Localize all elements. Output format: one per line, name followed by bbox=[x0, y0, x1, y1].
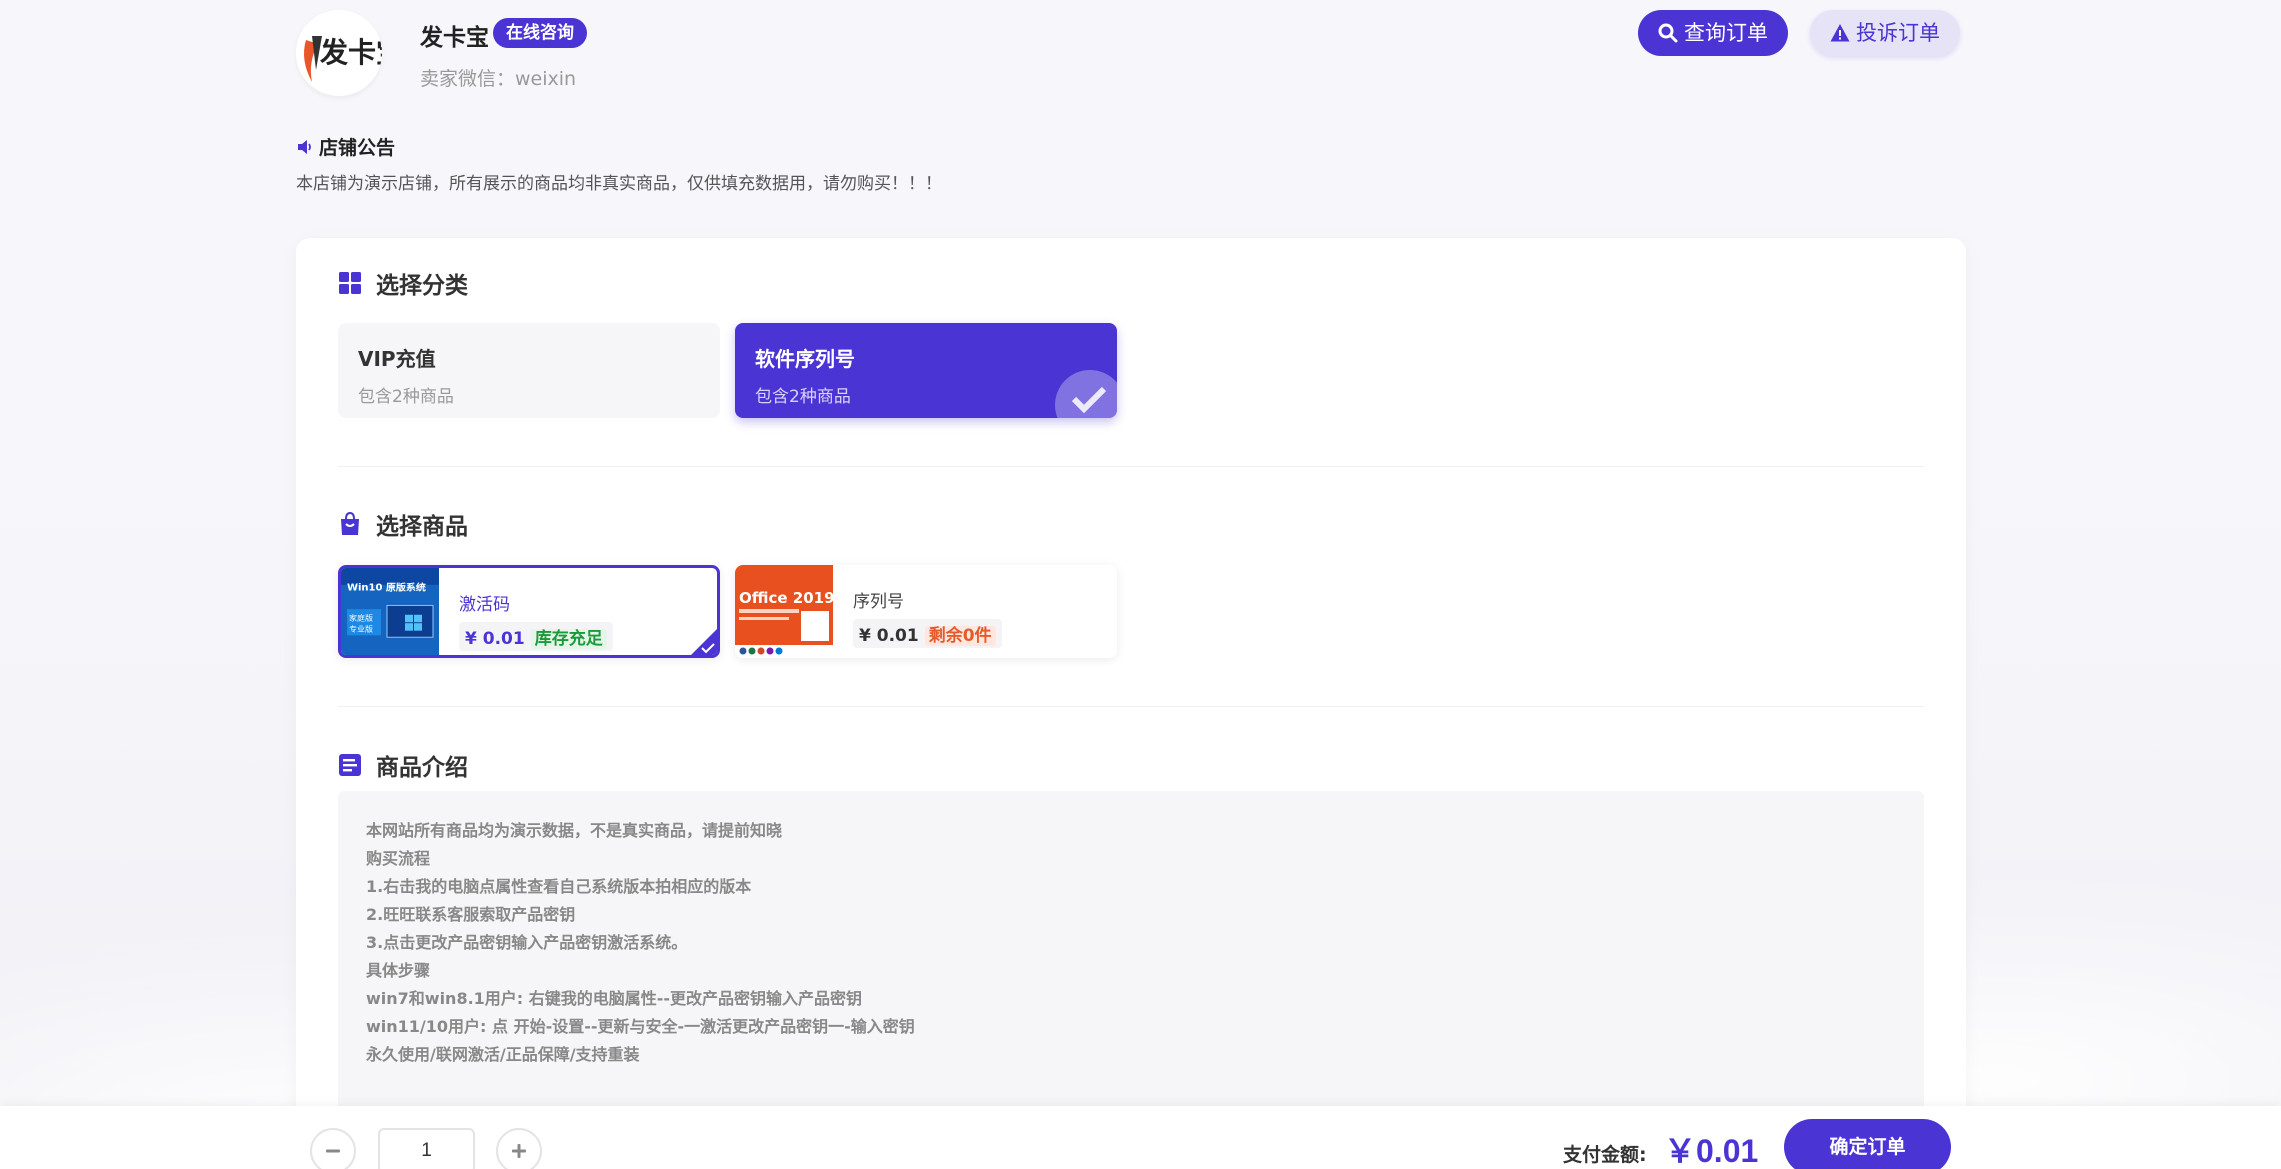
goods-section-title: 选择商品 bbox=[338, 507, 468, 541]
goods-item-serial-number[interactable]: Office 2019 序列号 ¥ 0.01 剩余0件 bbox=[735, 565, 1117, 658]
category-item-software-serial[interactable]: 软件序列号 包含2种商品 bbox=[735, 323, 1117, 418]
description-line: 本网站所有商品均为演示数据，不是真实商品，请提前知晓 bbox=[366, 821, 783, 840]
office-product-image: Office 2019 bbox=[735, 565, 835, 658]
description-line: 2.旺旺联系客服索取产品密钥 bbox=[366, 905, 576, 924]
complain-order-button[interactable]: 投诉订单 bbox=[1810, 10, 1960, 56]
goods-price: ¥ 0.01 bbox=[859, 626, 919, 646]
category-count: 包含2种商品 bbox=[755, 387, 851, 407]
confirm-order-button[interactable]: 确定订单 bbox=[1784, 1119, 1951, 1169]
query-order-button[interactable]: 查询订单 bbox=[1638, 10, 1788, 56]
checkout-bar: 支付金额: ￥0.01 确定订单 bbox=[0, 1106, 2281, 1169]
stock-status: 剩余0件 bbox=[924, 626, 996, 646]
svg-text:专业版: 专业版 bbox=[349, 624, 373, 634]
goods-name: 序列号 bbox=[853, 592, 904, 612]
category-name: VIP充值 bbox=[358, 347, 436, 371]
selected-check-icon bbox=[1055, 370, 1117, 418]
goods-price-row: ¥ 0.01 剩余0件 bbox=[853, 619, 1002, 648]
query-order-label: 查询订单 bbox=[1684, 21, 1768, 45]
page-container: 发卡宝 发卡宝 在线咨询 卖家微信：weixin 查询订单 投诉订单 店铺公告 … bbox=[296, 0, 1966, 1169]
intro-title-text: 商品介绍 bbox=[376, 755, 468, 781]
complain-order-label: 投诉订单 bbox=[1856, 21, 1940, 45]
section-divider bbox=[338, 466, 1924, 467]
stock-status: 库存充足 bbox=[530, 629, 607, 649]
quantity-input[interactable] bbox=[378, 1128, 475, 1169]
description-line: win11/10用户: 点 开始-设置--更新与安全-一激活更改产品密钥一-输入… bbox=[366, 1017, 915, 1036]
description-line: 3.点击更改产品密钥输入产品密钥激活系统。 bbox=[366, 933, 688, 952]
minus-icon bbox=[326, 1149, 340, 1153]
goods-title-text: 选择商品 bbox=[376, 514, 468, 540]
description-line: win7和win8.1用户: 右键我的电脑属性--更改产品密钥输入产品密钥 bbox=[366, 989, 863, 1008]
description-line: 永久使用/联网激活/正品保障/支持重装 bbox=[366, 1045, 640, 1064]
pay-amount-label: 支付金额: bbox=[1563, 1144, 1647, 1166]
pay-amount-value: ￥0.01 bbox=[1664, 1133, 1759, 1169]
section-divider bbox=[338, 706, 1924, 707]
description-line: 具体步骤 bbox=[366, 961, 431, 980]
svg-text:发卡宝: 发卡宝 bbox=[319, 36, 382, 69]
category-count: 包含2种商品 bbox=[358, 387, 454, 407]
warning-icon bbox=[1830, 24, 1850, 42]
goods-price-row: ¥ 0.01 库存充足 bbox=[459, 622, 613, 651]
plus-icon bbox=[512, 1144, 526, 1158]
shopping-bag-icon bbox=[341, 512, 359, 535]
notice-title-text: 店铺公告 bbox=[319, 137, 396, 159]
goods-name: 激活码 bbox=[459, 595, 510, 615]
quantity-increase-button[interactable] bbox=[496, 1128, 542, 1169]
svg-text:家庭版: 家庭版 bbox=[349, 613, 373, 623]
description-line: 购买流程 bbox=[366, 849, 431, 868]
shop-header: 发卡宝 发卡宝 在线咨询 卖家微信：weixin 查询订单 投诉订单 店铺公告 bbox=[296, 0, 1966, 159]
order-card: 选择分类 VIP充值 包含2种商品 软件序列号 包含2种商品 选择商品 Win1… bbox=[296, 238, 1966, 1169]
search-icon bbox=[1658, 23, 1678, 43]
seller-wechat: 卖家微信：weixin bbox=[420, 68, 577, 90]
check-icon bbox=[701, 643, 715, 654]
category-section-title: 选择分类 bbox=[338, 266, 468, 300]
description-line: 1.右击我的电脑点属性查看自己系统版本拍相应的版本 bbox=[366, 877, 752, 896]
category-item-vip[interactable]: VIP充值 包含2种商品 bbox=[338, 323, 720, 418]
svg-text:Win10 原版系统: Win10 原版系统 bbox=[347, 581, 426, 594]
quantity-decrease-button[interactable] bbox=[310, 1128, 356, 1169]
online-consult-badge[interactable]: 在线咨询 bbox=[493, 18, 587, 48]
notice-text: 本店铺为演示店铺，所有展示的商品均非真实商品，仅供填充数据用，请勿购买！！！ bbox=[296, 174, 942, 194]
win10-product-image: Win10 原版系统 家庭版 专业版 bbox=[341, 568, 439, 655]
category-title-text: 选择分类 bbox=[376, 273, 468, 299]
intro-section-title: 商品介绍 bbox=[338, 748, 468, 782]
category-name: 软件序列号 bbox=[755, 347, 855, 371]
shop-logo: 发卡宝 bbox=[296, 10, 382, 96]
notice-title: 店铺公告 bbox=[296, 133, 395, 160]
speaker-icon bbox=[298, 139, 311, 154]
grid-icon bbox=[339, 272, 361, 294]
goods-price: ¥ 0.01 bbox=[465, 629, 525, 649]
goods-item-activation-code[interactable]: Win10 原版系统 家庭版 专业版 激活码 ¥ 0.01 库存充足 bbox=[338, 565, 720, 658]
shop-name: 发卡宝 bbox=[420, 25, 489, 51]
document-icon bbox=[339, 754, 361, 776]
svg-text:Office 2019: Office 2019 bbox=[739, 589, 833, 607]
